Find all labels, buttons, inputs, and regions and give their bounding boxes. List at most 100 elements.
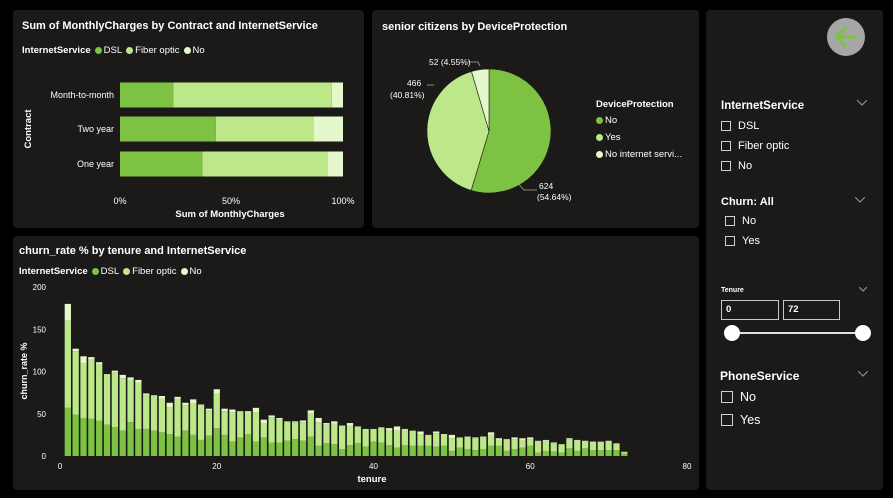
- churn-bar-fiber[interactable]: [268, 417, 275, 443]
- tenure-slider-min-handle[interactable]: [724, 325, 740, 341]
- churn-bar-fiber[interactable]: [80, 363, 87, 418]
- churn-bar-fiber[interactable]: [119, 378, 126, 431]
- churn-bar-dsl[interactable]: [127, 422, 134, 456]
- churn-bar-dsl[interactable]: [229, 441, 236, 456]
- churn-bar-fiber[interactable]: [354, 426, 361, 444]
- churn-bar-dsl[interactable]: [519, 447, 526, 456]
- slicer-option-churn-yes[interactable]: Yes: [725, 235, 760, 247]
- churn-bar-dsl[interactable]: [268, 442, 275, 456]
- churn-bar-no[interactable]: [237, 411, 244, 413]
- checkbox[interactable]: [725, 216, 735, 226]
- churn-bar-dsl[interactable]: [503, 450, 510, 456]
- churn-bar-fiber[interactable]: [464, 437, 471, 450]
- checkbox[interactable]: [721, 121, 731, 131]
- churn-bar-no[interactable]: [111, 370, 118, 373]
- churn-bar-dsl[interactable]: [299, 440, 307, 456]
- churn-bar-no[interactable]: [72, 348, 79, 352]
- churn-bar-fiber[interactable]: [244, 412, 252, 435]
- back-button[interactable]: [827, 18, 865, 56]
- churn-bar-fiber[interactable]: [566, 439, 573, 449]
- churn-bar-dsl[interactable]: [103, 424, 111, 456]
- churn-bar-no[interactable]: [229, 409, 236, 413]
- churn-bar-fiber[interactable]: [111, 372, 118, 428]
- chevron-down-icon[interactable]: [857, 100, 867, 106]
- churn-bar-dsl[interactable]: [323, 443, 330, 456]
- churn-bar-dsl[interactable]: [456, 447, 463, 456]
- churn-bar-no[interactable]: [393, 426, 401, 431]
- churn-bar-fiber[interactable]: [487, 434, 495, 446]
- churn-bar-no[interactable]: [339, 425, 346, 427]
- churn-bar-dsl[interactable]: [284, 440, 291, 456]
- churn-bar-fiber[interactable]: [346, 425, 354, 446]
- churn-bar-no[interactable]: [362, 428, 369, 430]
- churn-bar-no[interactable]: [244, 411, 252, 413]
- churn-bar-no[interactable]: [464, 436, 471, 438]
- contract-bar-no[interactable]: [314, 116, 343, 142]
- churn-bar-fiber[interactable]: [331, 423, 338, 445]
- churn-bar-fiber[interactable]: [456, 437, 463, 448]
- churn-bar-fiber[interactable]: [581, 441, 589, 449]
- churn-bar-no[interactable]: [440, 434, 448, 435]
- churn-bar-fiber[interactable]: [72, 351, 79, 415]
- churn-bar-no[interactable]: [566, 438, 573, 440]
- churn-bar-fiber[interactable]: [190, 403, 197, 435]
- churn-bar-dsl[interactable]: [346, 445, 354, 456]
- churn-bar-fiber[interactable]: [417, 434, 424, 446]
- slicer-option-fiber-optic[interactable]: Fiber optic: [721, 140, 789, 152]
- churn-bar-fiber[interactable]: [135, 382, 142, 429]
- churn-bar-dsl[interactable]: [64, 407, 71, 456]
- churn-bar-dsl[interactable]: [605, 450, 612, 456]
- churn-bar-dsl[interactable]: [378, 442, 385, 456]
- churn-bar-dsl[interactable]: [362, 446, 369, 456]
- churn-bar-dsl[interactable]: [487, 445, 495, 456]
- churn-bar-fiber[interactable]: [472, 438, 479, 451]
- churn-bar-fiber[interactable]: [597, 441, 604, 451]
- churn-bar-fiber[interactable]: [621, 451, 628, 454]
- churn-bar-dsl[interactable]: [440, 445, 448, 456]
- churn-bar-dsl[interactable]: [111, 427, 118, 456]
- churn-bar-fiber[interactable]: [299, 422, 307, 441]
- churn-bar-fiber[interactable]: [291, 422, 299, 440]
- churn-bar-no[interactable]: [433, 431, 440, 434]
- churn-bar-no[interactable]: [221, 408, 228, 412]
- churn-bar-dsl[interactable]: [448, 450, 456, 456]
- churn-bar-fiber[interactable]: [386, 430, 393, 446]
- churn-bar-no[interactable]: [213, 389, 220, 394]
- churn-bar-fiber[interactable]: [409, 430, 416, 446]
- churn-bar-fiber[interactable]: [213, 393, 220, 429]
- churn-bar-fiber[interactable]: [182, 405, 189, 431]
- churn-bar-dsl[interactable]: [205, 435, 213, 456]
- churn-bar-dsl[interactable]: [613, 450, 620, 456]
- churn-bar-fiber[interactable]: [96, 364, 103, 421]
- churn-bar-fiber[interactable]: [166, 406, 173, 435]
- churn-bar-no[interactable]: [605, 440, 612, 442]
- churn-bar-fiber[interactable]: [440, 434, 448, 446]
- churn-bar-fiber[interactable]: [480, 437, 487, 450]
- tenure-max-input[interactable]: 72: [783, 300, 840, 320]
- contract-bar-fiber[interactable]: [202, 151, 328, 177]
- churn-bar-dsl[interactable]: [80, 417, 87, 456]
- churn-bar-dsl[interactable]: [495, 445, 503, 456]
- churn-bar-no[interactable]: [166, 402, 173, 407]
- churn-bar-fiber[interactable]: [558, 444, 565, 453]
- checkbox[interactable]: [721, 161, 731, 171]
- churn-bar-fiber[interactable]: [158, 398, 166, 433]
- slicer-option-phone-no[interactable]: No: [721, 390, 756, 404]
- churn-bar-no[interactable]: [135, 379, 142, 383]
- churn-bar-dsl[interactable]: [425, 445, 432, 456]
- churn-bar-fiber[interactable]: [307, 413, 314, 437]
- churn-bar-dsl[interactable]: [158, 432, 166, 456]
- churn-bar-no[interactable]: [307, 410, 314, 414]
- churn-bar-fiber[interactable]: [574, 440, 581, 451]
- churn-bar-dsl[interactable]: [72, 414, 79, 456]
- churn-bar-dsl[interactable]: [221, 434, 228, 456]
- churn-bar-dsl[interactable]: [542, 450, 550, 456]
- churn-bar-fiber[interactable]: [393, 430, 401, 448]
- churn-bar-no[interactable]: [550, 442, 557, 444]
- churn-bar-dsl[interactable]: [260, 437, 267, 456]
- churn-bar-dsl[interactable]: [581, 448, 589, 456]
- churn-bar-fiber[interactable]: [323, 424, 330, 444]
- churn-bar-dsl[interactable]: [96, 420, 103, 456]
- chevron-down-icon[interactable]: [859, 287, 867, 292]
- churn-bar-fiber[interactable]: [237, 412, 244, 438]
